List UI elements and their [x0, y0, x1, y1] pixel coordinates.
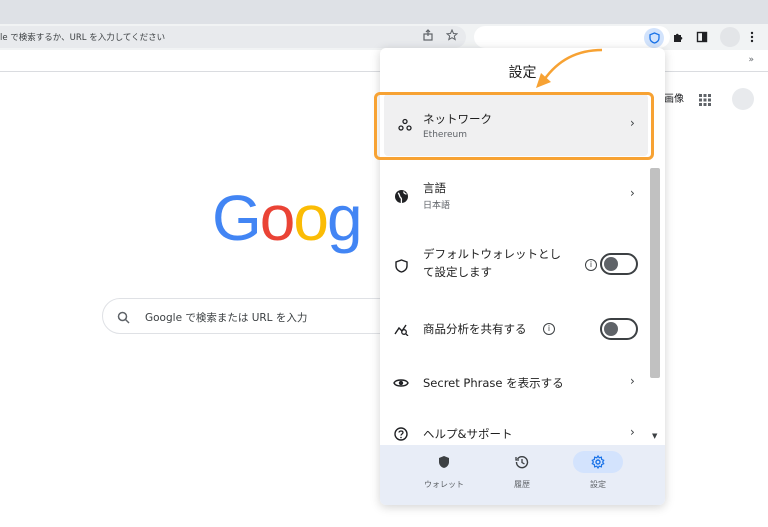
callout-arrow-icon	[536, 48, 603, 88]
settings-item-label: て設定します	[423, 265, 492, 279]
eye-icon	[392, 374, 410, 392]
settings-item-default-wallet: デフォルトウォレットとし て設定します i	[380, 240, 650, 290]
google-logo: Goog	[212, 186, 363, 250]
history-icon	[497, 451, 547, 473]
toggle-knob	[604, 257, 618, 271]
logo-letter: g	[326, 182, 363, 254]
settings-item-label: Secret Phrase を表示する	[423, 376, 564, 390]
bookmarks-overflow-icon[interactable]: »	[748, 55, 754, 65]
nav-label: 設定	[590, 480, 606, 489]
toggle-knob	[604, 322, 618, 336]
info-icon[interactable]: i	[543, 323, 555, 335]
nav-label: 履歴	[514, 480, 530, 489]
settings-item-label: デフォルトウォレットとし	[423, 247, 561, 261]
share-icon[interactable]	[420, 27, 436, 43]
extensions-puzzle-icon[interactable]	[668, 27, 688, 47]
default-wallet-toggle[interactable]	[600, 253, 638, 275]
chevron-right-icon: ›	[630, 374, 635, 388]
settings-item-secret-phrase[interactable]: Secret Phrase を表示する ›	[380, 368, 650, 398]
search-icon	[117, 309, 130, 328]
nav-label: ウォレット	[424, 480, 464, 489]
settings-item-label: ヘルプ&サポート	[423, 427, 513, 441]
settings-item-sub: 日本語	[423, 201, 451, 211]
logo-letter: G	[212, 182, 262, 254]
wallet-icon	[419, 451, 469, 473]
address-bar-text: le で検索するか、URL を入力してください	[0, 33, 166, 43]
settings-item-help[interactable]: ヘルプ&サポート ›	[380, 422, 650, 444]
logo-letter: o	[293, 182, 329, 254]
info-icon[interactable]: i	[585, 259, 597, 271]
analytics-toggle[interactable]	[600, 318, 638, 340]
kebab-menu-icon[interactable]	[742, 27, 762, 47]
tab-strip	[0, 0, 768, 24]
chevron-right-icon: ›	[630, 425, 635, 439]
profile-avatar[interactable]	[720, 27, 740, 47]
nav-settings[interactable]: 設定	[568, 451, 628, 499]
side-address-field[interactable]	[474, 26, 670, 48]
chevron-right-icon: ›	[630, 186, 635, 200]
settings-icon	[573, 451, 623, 473]
settings-item-label: 商品分析を共有する	[423, 322, 527, 336]
page-title: 設定	[508, 65, 537, 81]
globe-icon	[392, 187, 410, 205]
logo-letter: o	[259, 182, 296, 254]
google-account-avatar[interactable]	[732, 88, 754, 110]
scroll-down-arrow-icon[interactable]: ▼	[652, 432, 657, 440]
wallet-extension-icon[interactable]	[644, 28, 664, 48]
shield-icon	[392, 257, 410, 275]
images-link[interactable]: 画像	[664, 90, 684, 105]
bookmark-star-icon[interactable]	[444, 27, 460, 43]
nav-history[interactable]: 履歴	[492, 451, 552, 499]
nav-wallet[interactable]: ウォレット	[414, 451, 474, 499]
help-icon	[392, 425, 410, 443]
address-bar[interactable]: le で検索するか、URL を入力してください	[0, 26, 466, 48]
google-apps-icon[interactable]	[698, 92, 712, 111]
search-placeholder: Google で検索または URL を入力	[145, 312, 308, 324]
settings-item-analytics: 商品分析を共有する i	[380, 312, 650, 346]
settings-item-language[interactable]: 言語 日本語 ›	[380, 174, 650, 218]
settings-item-label: 言語	[423, 181, 446, 195]
network-highlight-box	[374, 92, 654, 160]
popup-scrollbar[interactable]	[650, 168, 660, 378]
analytics-icon	[392, 320, 410, 338]
side-panel-icon[interactable]	[692, 27, 712, 47]
bottom-navigation: ウォレット 履歴 設定	[380, 445, 665, 505]
